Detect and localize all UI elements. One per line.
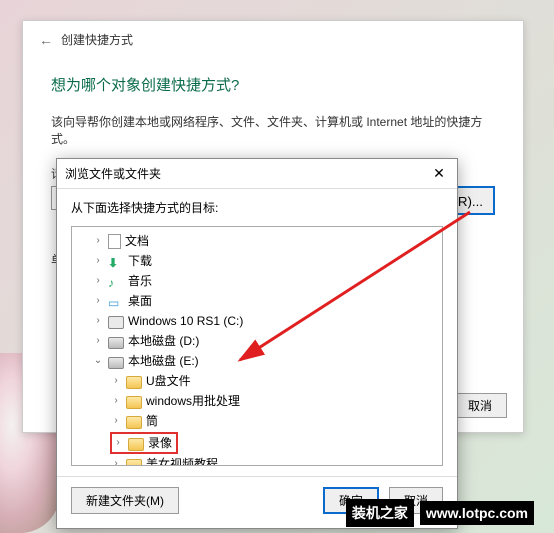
dialog-title: 浏览文件或文件夹 bbox=[65, 165, 161, 182]
tree-item-music[interactable]: 音乐 bbox=[128, 271, 152, 291]
tree-item-documents[interactable]: 文档 bbox=[125, 231, 149, 251]
back-icon[interactable]: ← bbox=[39, 32, 53, 48]
watermark-name: 装机之家 bbox=[346, 499, 414, 527]
documents-icon bbox=[108, 234, 121, 249]
wizard-description: 该向导帮你创建本地或网络程序、文件、文件夹、计算机或 Internet 地址的快… bbox=[51, 113, 495, 147]
watermark-url: www.lotpc.com bbox=[420, 501, 534, 525]
expand-icon[interactable]: › bbox=[92, 311, 104, 331]
wizard-title: 创建快捷方式 bbox=[61, 31, 133, 48]
cancel-button[interactable]: 取消 bbox=[453, 393, 507, 418]
folder-icon bbox=[126, 396, 142, 409]
browse-folder-dialog: 浏览文件或文件夹 ✕ 从下面选择快捷方式的目标: ›文档 ›⬇下载 ›♪音乐 ›… bbox=[56, 158, 458, 529]
tree-item-drive-d[interactable]: 本地磁盘 (D:) bbox=[128, 331, 199, 351]
tree-item-downloads[interactable]: 下载 bbox=[128, 251, 152, 271]
expand-icon[interactable]: › bbox=[92, 331, 104, 351]
folder-icon bbox=[126, 416, 142, 429]
folder-icon bbox=[126, 459, 142, 467]
folder-tree[interactable]: ›文档 ›⬇下载 ›♪音乐 ›▭桌面 ›Windows 10 RS1 (C:) … bbox=[71, 226, 443, 466]
expand-icon[interactable]: › bbox=[92, 271, 104, 291]
watermark: 装机之家 www.lotpc.com bbox=[346, 499, 534, 527]
music-icon: ♪ bbox=[108, 273, 124, 289]
tree-item-desktop[interactable]: 桌面 bbox=[128, 291, 152, 311]
expand-icon[interactable]: › bbox=[112, 433, 124, 453]
folder-icon bbox=[128, 438, 144, 451]
tree-item-recording-highlight: › 录像 bbox=[110, 432, 178, 454]
tree-item-winbatch[interactable]: windows用批处理 bbox=[146, 391, 240, 411]
drive-icon bbox=[108, 337, 124, 349]
tree-item-drive-e[interactable]: 本地磁盘 (E:) bbox=[128, 351, 199, 371]
collapse-icon[interactable]: ⌄ bbox=[92, 351, 104, 371]
expand-icon[interactable]: › bbox=[92, 251, 104, 271]
expand-icon[interactable]: › bbox=[110, 371, 122, 391]
drive-icon bbox=[108, 357, 124, 369]
folder-icon bbox=[126, 376, 142, 389]
wizard-heading: 想为哪个对象创建快捷方式? bbox=[51, 74, 495, 95]
expand-icon[interactable]: › bbox=[110, 411, 122, 431]
dialog-subtitle: 从下面选择快捷方式的目标: bbox=[71, 199, 443, 216]
tree-item-usb[interactable]: U盘文件 bbox=[146, 371, 191, 391]
expand-icon[interactable]: › bbox=[92, 291, 104, 311]
desktop-icon: ▭ bbox=[108, 293, 124, 309]
expand-icon[interactable]: › bbox=[110, 454, 122, 466]
expand-icon[interactable]: › bbox=[110, 391, 122, 411]
tree-item-drive-c[interactable]: Windows 10 RS1 (C:) bbox=[128, 311, 243, 331]
drive-icon bbox=[108, 316, 124, 329]
new-folder-button[interactable]: 新建文件夹(M) bbox=[71, 487, 179, 514]
downloads-icon: ⬇ bbox=[108, 253, 124, 269]
tree-item-video-tut[interactable]: 美女视频教程 bbox=[146, 454, 218, 466]
close-icon[interactable]: ✕ bbox=[429, 165, 449, 182]
expand-icon[interactable]: › bbox=[92, 231, 104, 251]
tree-item-recording[interactable]: 录像 bbox=[148, 433, 172, 453]
tree-item-bamboo[interactable]: 筒 bbox=[146, 411, 158, 431]
